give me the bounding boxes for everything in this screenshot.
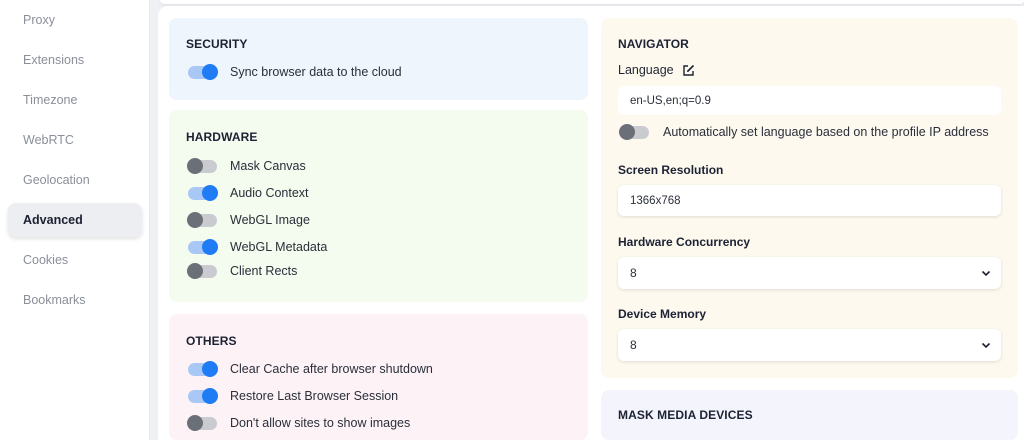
sidebar-item-timezone[interactable]: Timezone	[8, 83, 142, 117]
hardware-concurrency-label: Hardware Concurrency	[618, 235, 751, 249]
restore-session-label: Restore Last Browser Session	[230, 389, 399, 403]
sync-toggle[interactable]	[188, 64, 218, 80]
security-card: SECURITY Sync browser data to the cloud	[169, 18, 588, 100]
hardware-concurrency-value: 8	[630, 266, 637, 280]
webgl-image-toggle[interactable]	[187, 212, 217, 228]
restore-session-row[interactable]: Restore Last Browser Session	[188, 386, 398, 406]
sidebar-item-proxy[interactable]: Proxy	[8, 3, 142, 37]
auto-language-toggle[interactable]	[619, 124, 649, 140]
client-rects-row[interactable]: Client Rects	[187, 261, 298, 281]
client-rects-toggle[interactable]	[187, 263, 217, 279]
hardware-card: HARDWARE Mask Canvas Audio Context WebGL…	[169, 110, 588, 302]
sidebar-item-extensions[interactable]: Extensions	[8, 43, 142, 77]
sync-toggle-row[interactable]: Sync browser data to the cloud	[188, 62, 402, 82]
audio-context-label: Audio Context	[230, 186, 309, 200]
navigator-title: NAVIGATOR	[618, 37, 689, 51]
screen-resolution-label: Screen Resolution	[618, 163, 724, 177]
navigator-card: NAVIGATOR Language en-US,en;q=0.9 Automa…	[601, 18, 1018, 378]
client-rects-label: Client Rects	[230, 264, 298, 278]
sidebar-item-webrtc[interactable]: WebRTC	[8, 123, 142, 157]
auto-language-label: Automatically set language based on the …	[663, 125, 989, 139]
others-card: OTHERS Clear Cache after browser shutdow…	[169, 314, 588, 440]
others-title: OTHERS	[186, 334, 237, 348]
webgl-metadata-row[interactable]: WebGL Metadata	[188, 237, 327, 257]
clear-cache-toggle[interactable]	[188, 361, 218, 377]
webgl-metadata-toggle[interactable]	[188, 239, 218, 255]
audio-context-row[interactable]: Audio Context	[188, 183, 309, 203]
restore-session-toggle[interactable]	[188, 388, 218, 404]
mask-canvas-label: Mask Canvas	[230, 159, 306, 173]
clear-cache-row[interactable]: Clear Cache after browser shutdown	[188, 359, 433, 379]
device-memory-select[interactable]: 8	[618, 329, 1001, 361]
mask-canvas-toggle[interactable]	[187, 158, 217, 174]
device-memory-value: 8	[630, 338, 637, 352]
top-panel-edge	[160, 0, 1024, 4]
webgl-image-label: WebGL Image	[230, 213, 310, 227]
security-title: SECURITY	[186, 37, 248, 51]
language-label: Language	[618, 63, 674, 77]
sync-label: Sync browser data to the cloud	[230, 65, 402, 79]
webgl-metadata-label: WebGL Metadata	[230, 240, 328, 254]
sidebar-item-advanced[interactable]: Advanced	[8, 203, 142, 237]
sidebar: Proxy Extensions Timezone WebRTC Geoloca…	[0, 0, 150, 440]
device-memory-label: Device Memory	[618, 307, 707, 321]
screen-resolution-input[interactable]: 1366x768	[618, 185, 1001, 216]
language-input[interactable]: en-US,en;q=0.9	[618, 86, 1001, 115]
mask-media-title: MASK MEDIA DEVICES	[618, 408, 753, 422]
language-header: Language	[618, 63, 695, 77]
block-images-label: Don't allow sites to show images	[230, 416, 411, 430]
audio-context-toggle[interactable]	[188, 185, 218, 201]
webgl-image-row[interactable]: WebGL Image	[187, 210, 310, 230]
chevron-down-icon	[981, 342, 991, 349]
block-images-toggle[interactable]	[187, 415, 217, 431]
block-images-row[interactable]: Don't allow sites to show images	[187, 413, 411, 433]
auto-language-row[interactable]: Automatically set language based on the …	[619, 122, 989, 142]
mask-canvas-row[interactable]: Mask Canvas	[187, 156, 306, 176]
mask-media-card: MASK MEDIA DEVICES	[601, 390, 1018, 440]
sidebar-item-geolocation[interactable]: Geolocation	[8, 163, 142, 197]
hardware-title: HARDWARE	[186, 130, 258, 144]
language-value: en-US,en;q=0.9	[630, 94, 711, 107]
clear-cache-label: Clear Cache after browser shutdown	[230, 362, 433, 376]
chevron-down-icon	[981, 270, 991, 277]
hardware-concurrency-select[interactable]: 8	[618, 257, 1001, 289]
edit-icon[interactable]	[682, 64, 695, 77]
sidebar-item-bookmarks[interactable]: Bookmarks	[8, 283, 142, 317]
screen-resolution-value: 1366x768	[630, 194, 681, 207]
sidebar-item-cookies[interactable]: Cookies	[8, 243, 142, 277]
